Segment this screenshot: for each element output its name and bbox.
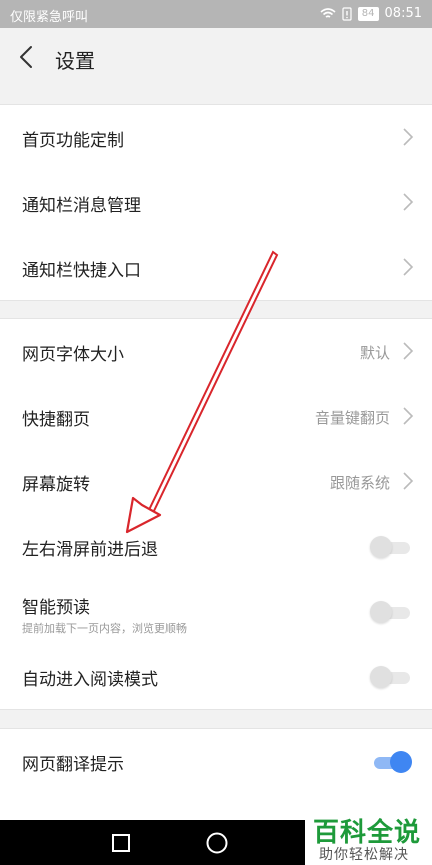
smart-preload-toggle[interactable] (370, 601, 412, 623)
status-carrier-text: 仅限紧急呼叫 (10, 10, 89, 25)
sim-alert-icon (342, 6, 352, 21)
setting-notification-management[interactable]: 通知栏消息管理 (0, 170, 432, 235)
toggle-knob (390, 751, 412, 773)
setting-label: 屏幕旋转 (22, 475, 90, 495)
chevron-right-icon (403, 128, 414, 146)
setting-value: 音量键翻页 (314, 409, 390, 427)
setting-notification-shortcut[interactable]: 通知栏快捷入口 (0, 235, 432, 300)
setting-translate-prompt: 网页翻译提示 (0, 729, 432, 794)
setting-label: 首页功能定制 (22, 131, 124, 151)
setting-value: 跟随系统 (329, 474, 390, 492)
setting-swipe-navigation: 左右滑屏前进后退 (0, 514, 432, 579)
battery-level: 84 (357, 6, 379, 21)
setting-font-size[interactable]: 网页字体大小 默认 (0, 319, 432, 384)
toggle-knob (370, 601, 392, 623)
settings-group-2: 网页字体大小 默认 快捷翻页 音量键翻页 屏幕旋转 跟随系统 左右滑屏前进后退 … (0, 318, 432, 710)
watermark-subtitle: 助你轻松解决 (319, 847, 409, 863)
wifi-icon (320, 7, 336, 18)
setting-label: 快捷翻页 (22, 410, 90, 430)
chevron-right-icon (403, 258, 414, 276)
translate-prompt-toggle[interactable] (370, 751, 412, 773)
status-bar: 仅限紧急呼叫 84 08:51 (0, 0, 432, 28)
chevron-right-icon (403, 472, 414, 490)
settings-group-1: 首页功能定制 通知栏消息管理 通知栏快捷入口 (0, 104, 432, 301)
toggle-knob (370, 536, 392, 558)
chevron-right-icon (403, 193, 414, 211)
setting-sublabel: 提前加载下一页内容，浏览更顺畅 (22, 622, 187, 635)
setting-label: 网页字体大小 (22, 345, 124, 365)
chevron-right-icon (403, 407, 414, 425)
watermark-logo: 百科全说 助你轻松解决 (305, 810, 432, 865)
setting-screen-rotation[interactable]: 屏幕旋转 跟随系统 (0, 449, 432, 514)
status-time: 08:51 (384, 6, 422, 21)
setting-label: 左右滑屏前进后退 (22, 540, 158, 560)
chevron-right-icon (403, 342, 414, 360)
setting-auto-reader-mode: 自动进入阅读模式 (0, 644, 432, 709)
setting-label: 自动进入阅读模式 (22, 670, 158, 690)
swipe-navigation-toggle[interactable] (370, 536, 412, 558)
status-right: 84 08:51 (320, 6, 422, 21)
setting-label: 网页翻译提示 (22, 755, 124, 775)
app-header: 设置 (0, 28, 432, 86)
setting-quick-page-turn[interactable]: 快捷翻页 音量键翻页 (0, 384, 432, 449)
square-recents-icon[interactable] (111, 833, 131, 853)
setting-label: 通知栏消息管理 (22, 196, 141, 216)
setting-smart-preload: 智能预读 提前加载下一页内容，浏览更顺畅 (0, 579, 432, 644)
chevron-left-icon[interactable] (14, 43, 42, 71)
auto-reader-mode-toggle[interactable] (370, 666, 412, 688)
setting-label: 通知栏快捷入口 (22, 261, 141, 281)
setting-value: 默认 (359, 344, 390, 362)
setting-label: 智能预读 (22, 598, 90, 618)
page-title: 设置 (55, 49, 95, 73)
setting-homepage-customize[interactable]: 首页功能定制 (0, 105, 432, 170)
toggle-knob (370, 666, 392, 688)
circle-home-icon[interactable] (205, 831, 229, 855)
